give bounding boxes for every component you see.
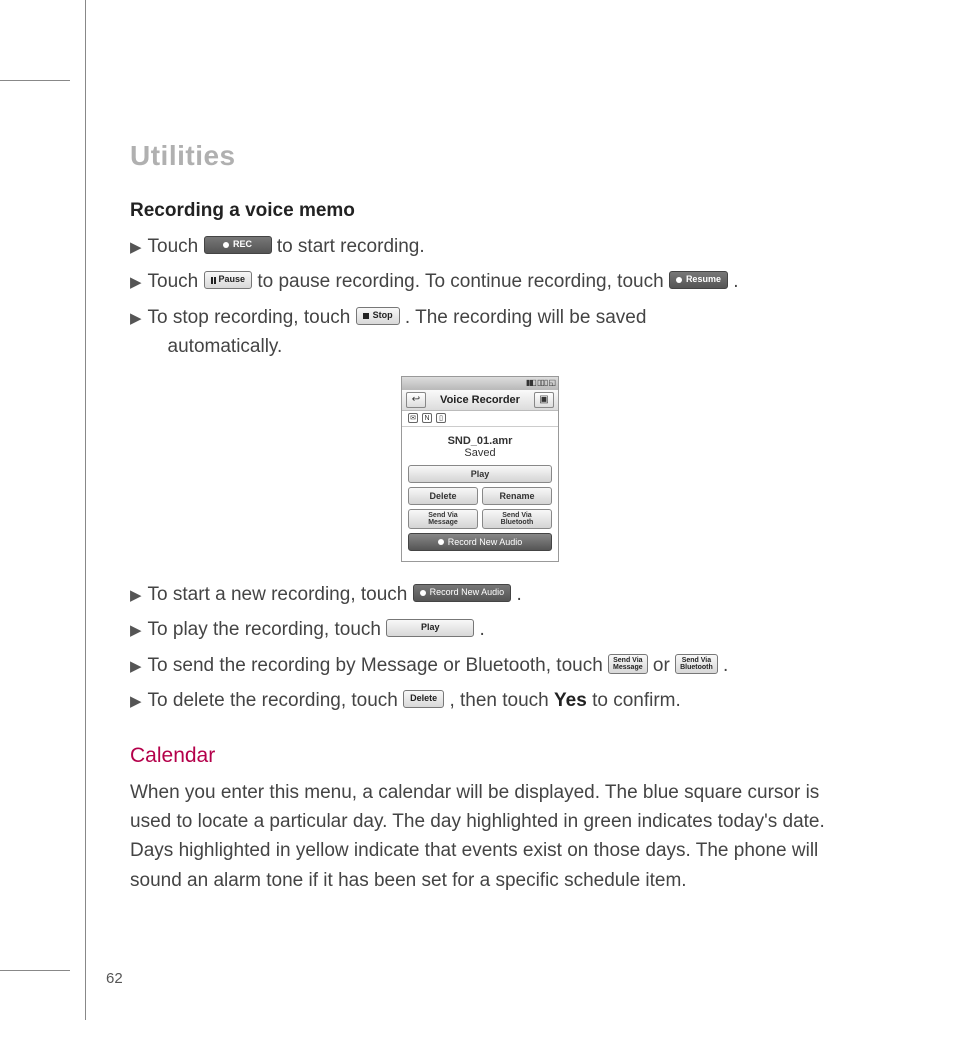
phone-body: SND_01.amr Saved Play Delete Rename Send… [402, 427, 558, 561]
subsection-heading: Recording a voice memo [130, 200, 830, 222]
yes-label: Yes [554, 690, 587, 711]
bullet-icon: ▶ [130, 307, 142, 330]
resume-button-graphic: Resume [669, 271, 728, 289]
bullet-icon: ▶ [130, 690, 142, 713]
crop-mark-horizontal-top [0, 80, 70, 81]
list-item: ▶ To delete the recording, touch Delete … [130, 686, 830, 715]
text: To play the recording, touch [148, 619, 387, 640]
text: to start recording. [277, 236, 425, 257]
play-button: Play [408, 465, 552, 483]
bullet-icon: ▶ [130, 271, 142, 294]
text: Touch [148, 271, 204, 292]
text: . [723, 655, 728, 676]
saved-label: Saved [408, 447, 552, 459]
folder-icon: ▣ [534, 392, 554, 408]
phone-toolbar: ✉ N ▯ [402, 411, 558, 427]
send-via-bluetooth-button: Send ViaBluetooth [482, 509, 552, 529]
toolbar-icon: N [422, 413, 432, 423]
text: To delete the recording, touch [148, 690, 404, 711]
phone-screenshot: ▮◧ ▯▯▯ ◱ ↩ Voice Recorder ▣ ✉ N ▯ SND_01… [401, 376, 559, 562]
section-heading: Utilities [130, 140, 830, 172]
filename-label: SND_01.amr [408, 435, 552, 447]
text: , then touch [449, 690, 554, 711]
calendar-body-text: When you enter this menu, a calendar wil… [130, 778, 830, 896]
list-item: ▶ To play the recording, touch Play . [130, 615, 830, 644]
send-via-message-graphic: Send ViaMessage [608, 654, 648, 674]
record-new-audio-graphic: Record New Audio [413, 584, 512, 602]
text: to confirm. [592, 690, 681, 711]
send-via-bluetooth-graphic: Send ViaBluetooth [675, 654, 718, 674]
delete-button: Delete [408, 487, 478, 505]
toolbar-icon: ✉ [408, 413, 418, 423]
page-content: Utilities Recording a voice memo ▶ Touch… [130, 140, 830, 895]
bullet-icon: ▶ [130, 655, 142, 678]
list-item: ▶ To start a new recording, touch Record… [130, 580, 830, 609]
delete-button-graphic: Delete [403, 690, 444, 708]
rename-button: Rename [482, 487, 552, 505]
crop-mark-horizontal-bottom [0, 970, 70, 971]
list-item: ▶ Touch Pause to pause recording. To con… [130, 267, 830, 296]
stop-button-graphic: Stop [356, 307, 400, 325]
bullet-icon: ▶ [130, 236, 142, 259]
bullet-list-bottom: ▶ To start a new recording, touch Record… [130, 580, 830, 716]
text: . [516, 584, 521, 605]
send-via-message-button: Send ViaMessage [408, 509, 478, 529]
text: . [480, 619, 485, 640]
bullet-icon: ▶ [130, 619, 142, 642]
text: Touch [148, 236, 204, 257]
list-item: ▶ To send the recording by Message or Bl… [130, 651, 830, 680]
text: . The recording will be saved [405, 307, 647, 328]
rec-button-graphic: REC [204, 236, 272, 254]
text: to pause recording. To continue recordin… [257, 271, 669, 292]
text: . [733, 271, 738, 292]
calendar-heading: Calendar [130, 744, 830, 768]
phone-title: Voice Recorder [440, 394, 520, 406]
text: To send the recording by Message or Blue… [148, 655, 609, 676]
phone-status-bar: ▮◧ ▯▯▯ ◱ [402, 377, 558, 389]
record-new-audio-button: Record New Audio [408, 533, 552, 551]
toolbar-icon: ▯ [436, 413, 446, 423]
bullet-list-top: ▶ Touch REC to start recording. ▶ Touch … [130, 232, 830, 362]
play-button-graphic: Play [386, 619, 474, 637]
bullet-icon: ▶ [130, 584, 142, 607]
status-icons: ▮◧ ▯▯▯ ◱ [526, 378, 555, 387]
crop-mark-vertical [85, 0, 86, 1020]
back-icon: ↩ [406, 392, 426, 408]
list-item: ▶ To stop recording, touch Stop . The re… [130, 303, 830, 362]
pause-button-graphic: Pause [204, 271, 253, 289]
list-item: ▶ Touch REC to start recording. [130, 232, 830, 261]
text: or [653, 655, 675, 676]
text: To start a new recording, touch [148, 584, 413, 605]
text: To stop recording, touch [148, 307, 356, 328]
text-continuation: automatically. [168, 332, 830, 361]
phone-title-bar: ↩ Voice Recorder ▣ [402, 389, 558, 411]
page-number: 62 [106, 970, 123, 987]
